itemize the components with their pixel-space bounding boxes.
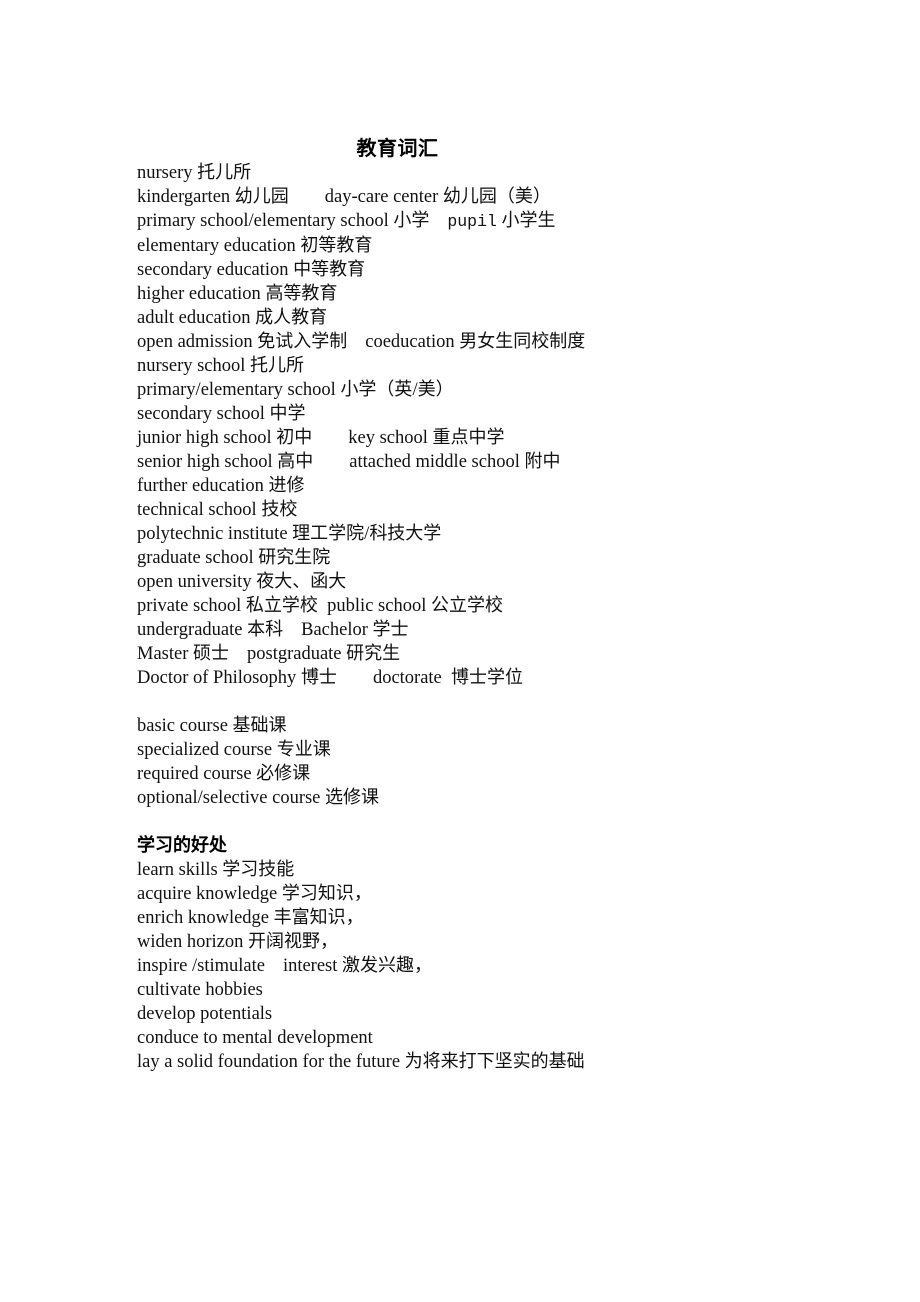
- vocab-line: polytechnic institute 理工学院/科技大学: [137, 523, 442, 544]
- vocab-line: kindergarten 幼儿园 day-care center 幼儿园（美）: [137, 186, 551, 207]
- vocab-line: learn skills 学习技能: [137, 859, 295, 880]
- vocab-line: secondary school 中学: [137, 403, 306, 424]
- vocab-line: develop potentials: [137, 1004, 273, 1024]
- vocab-line: Doctor of Philosophy 博士 doctorate 博士学位: [137, 667, 524, 688]
- vocab-line: optional/selective course 选修课: [137, 787, 380, 808]
- vocab-line: open admission 免试入学制 coeducation 男女生同校制度: [137, 331, 586, 352]
- vocab-line: nursery 托儿所: [137, 162, 252, 183]
- vocab-line: acquire knowledge 学习知识，: [137, 883, 372, 904]
- vocab-line: inspire /stimulate interest 激发兴趣，: [137, 955, 433, 976]
- vocab-line: widen horizon 开阔视野，: [137, 931, 338, 952]
- vocab-line: primary school/elementary school 小学 pupi…: [137, 210, 556, 231]
- document-body: nursery 托儿所 kindergarten 幼儿园 day-care ce…: [137, 161, 857, 1074]
- vocab-line: conduce to mental development: [137, 1028, 373, 1048]
- vocab-line: open university 夜大、函大: [137, 571, 347, 592]
- vocab-line: Master 硕士 postgraduate 研究生: [137, 643, 401, 664]
- vocab-line: senior high school 高中 attached middle sc…: [137, 451, 561, 472]
- vocab-line: enrich knowledge 丰富知识，: [137, 907, 364, 928]
- section-courses: basic course 基础课 specialized course 专业课 …: [137, 714, 857, 810]
- vocab-line: technical school 技校: [137, 499, 298, 520]
- vocab-line: nursery school 托儿所: [137, 355, 305, 376]
- vocab-line: basic course 基础课: [137, 715, 287, 736]
- vocab-line: graduate school 研究生院: [137, 547, 331, 568]
- vocab-line: lay a solid foundation for the future 为将…: [137, 1051, 585, 1072]
- vocab-line: cultivate hobbies: [137, 980, 263, 1000]
- vocab-line: private school 私立学校 public school 公立学校: [137, 595, 503, 616]
- vocab-line: specialized course 专业课: [137, 739, 331, 760]
- vocab-line: adult education 成人教育: [137, 307, 328, 328]
- document-page: 教育词汇 nursery 托儿所 kindergarten 幼儿园 day-ca…: [0, 0, 920, 1302]
- vocab-line: required course 必修课: [137, 763, 311, 784]
- section-heading-benefits-of-study: 学习的好处: [137, 835, 227, 856]
- vocab-line: higher education 高等教育: [137, 283, 338, 304]
- page-title: 教育词汇: [356, 136, 439, 161]
- vocab-line: secondary education 中等教育: [137, 259, 366, 280]
- vocab-line: further education 进修: [137, 475, 305, 496]
- section-benefits-of-study: 学习的好处 learn skills 学习技能 acquire knowledg…: [137, 834, 857, 1074]
- vocab-line: primary/elementary school 小学（英/美）: [137, 379, 454, 400]
- section-schools-and-education-levels: nursery 托儿所 kindergarten 幼儿园 day-care ce…: [137, 161, 857, 690]
- vocab-line: elementary education 初等教育: [137, 235, 373, 256]
- vocab-line: undergraduate 本科 Bachelor 学士: [137, 619, 409, 640]
- vocab-line: junior high school 初中 key school 重点中学: [137, 427, 505, 448]
